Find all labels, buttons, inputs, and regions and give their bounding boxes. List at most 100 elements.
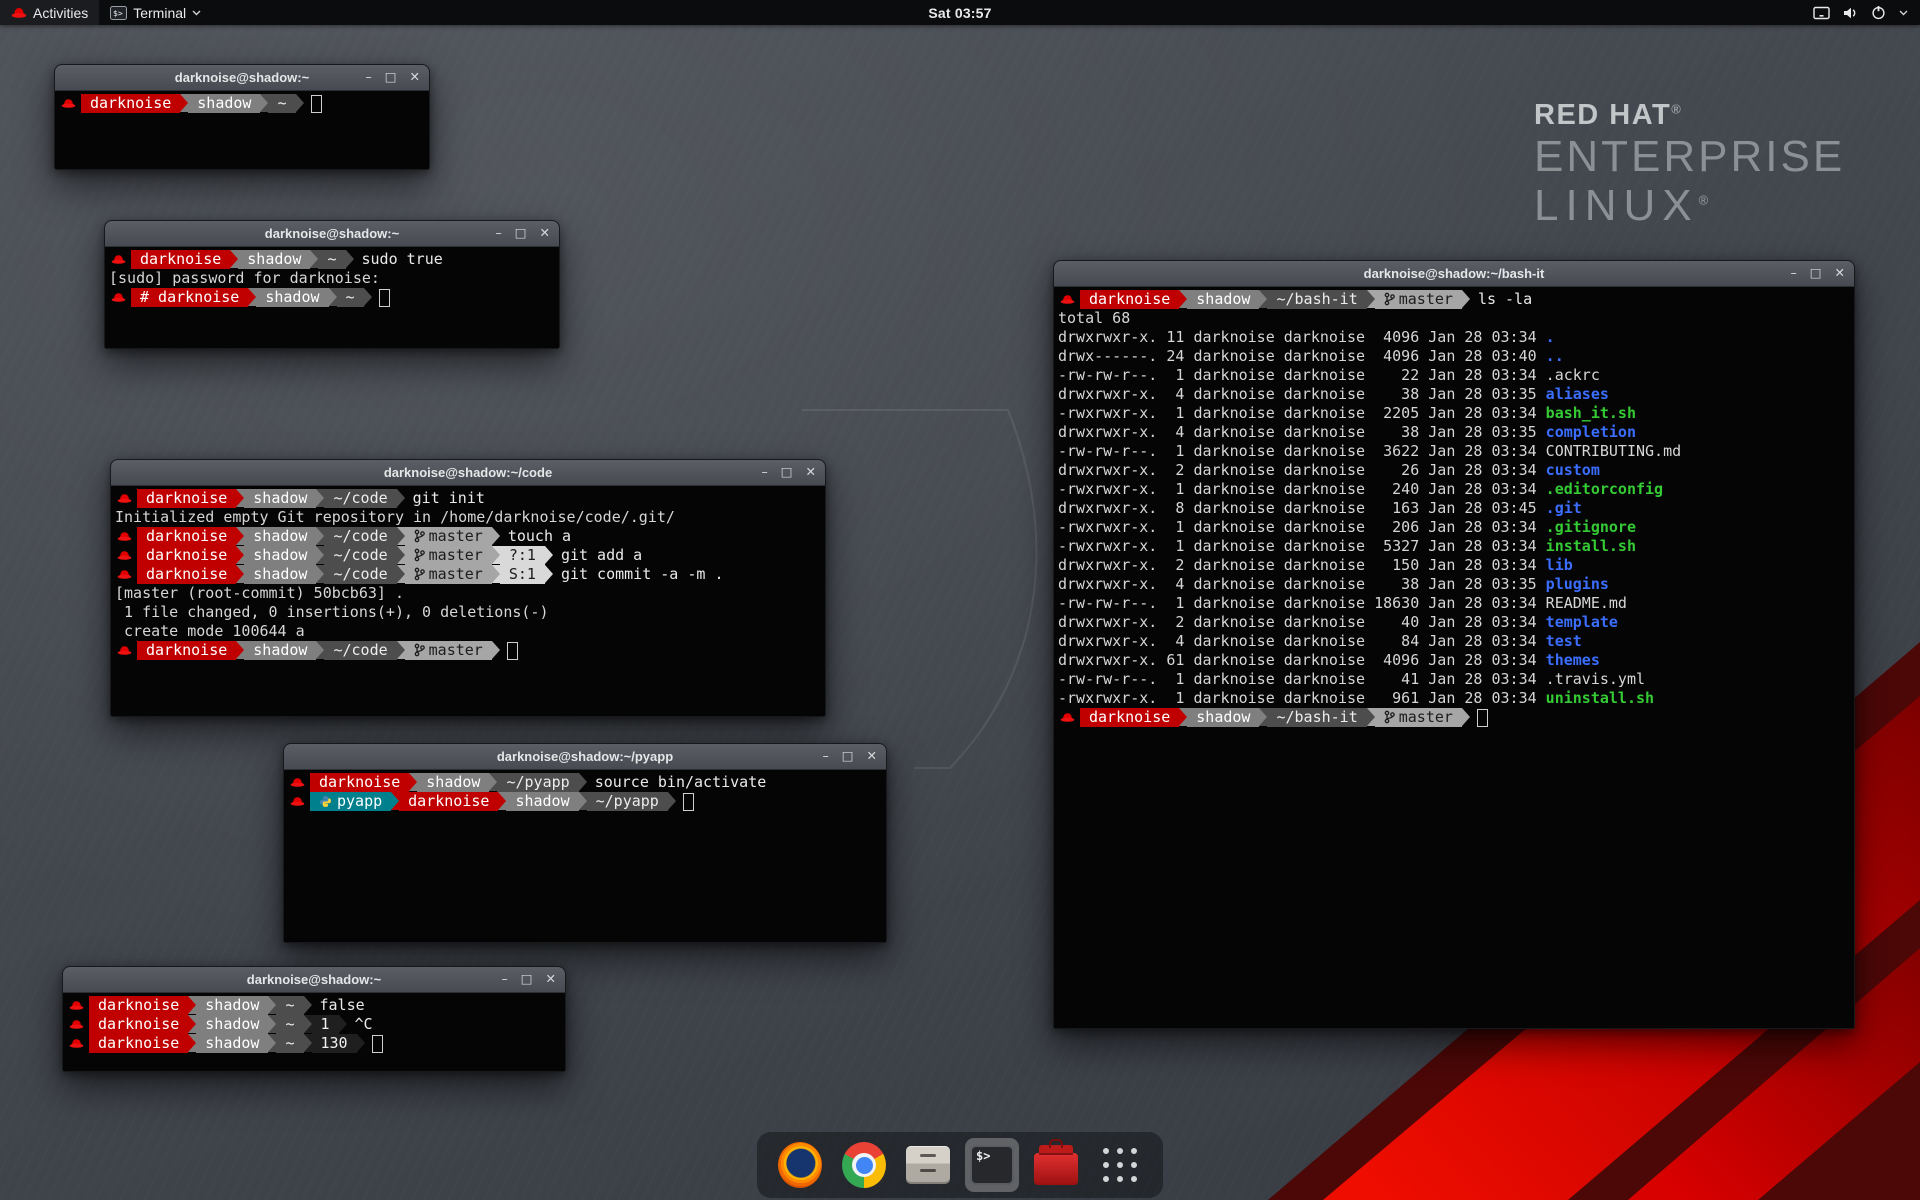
dock-toolbox[interactable] — [1029, 1138, 1083, 1192]
file-name: .ackrc — [1546, 366, 1600, 384]
window-titlebar[interactable]: darknoise@shadow:~/bash-it – □ ✕ — [1054, 261, 1854, 287]
prompt-segment-host: shadow — [244, 565, 316, 584]
maximize-button[interactable]: □ — [1810, 267, 1822, 280]
minimize-button[interactable]: – — [1790, 267, 1796, 280]
dock-chrome[interactable] — [837, 1138, 891, 1192]
redhat-prompt-icon — [1058, 708, 1080, 727]
prompt-segment-branch: master — [405, 565, 492, 584]
dock-show-applications[interactable] — [1093, 1138, 1147, 1192]
terminal-window-code[interactable]: darknoise@shadow:~/code – □ ✕ darknoises… — [110, 459, 826, 717]
ls-columns: -rw-rw-r--. 1 darknoise darknoise 18630 … — [1058, 594, 1546, 612]
redhat-prompt-icon — [288, 792, 310, 811]
powerline-separator — [236, 641, 244, 659]
minimize-button[interactable]: – — [822, 750, 828, 763]
chevron-down-icon — [192, 10, 201, 16]
terminal-line: -rwxrwxr-x. 1 darknoise darknoise 5327 J… — [1058, 537, 1850, 556]
prompt-segment-user: darknoise — [89, 1034, 188, 1053]
maximize-button[interactable]: □ — [385, 71, 397, 84]
terminal-content[interactable]: darknoiseshadow~falsedarknoiseshadow~1^C… — [63, 993, 565, 1071]
terminal-content[interactable]: darknoiseshadow~ — [55, 91, 429, 169]
prompt-segment-host: shadow — [196, 1015, 268, 1034]
command-text: ^C — [355, 1015, 373, 1033]
window-title: darknoise@shadow:~/code — [111, 465, 825, 480]
terminal-content[interactable]: darknoiseshadow~/bash-itmasterls -latota… — [1054, 287, 1854, 1028]
terminal-window-pyapp[interactable]: darknoise@shadow:~/pyapp – □ ✕ darknoise… — [283, 743, 887, 943]
brand-linux: LINUX® — [1534, 183, 1845, 229]
terminal-line: darknoiseshadow~false — [67, 996, 561, 1015]
terminal-content[interactable]: darknoiseshadow~/pyappsource bin/activat… — [284, 770, 886, 942]
terminal-window-bash-it[interactable]: darknoise@shadow:~/bash-it – □ ✕ darknoi… — [1053, 260, 1855, 1029]
prompt-segment-host: shadow — [506, 792, 578, 811]
redhat-logo-icon — [11, 6, 27, 19]
terminal-line: -rwxrwxr-x. 1 darknoise darknoise 240 Ja… — [1058, 480, 1850, 499]
close-button[interactable]: ✕ — [546, 973, 556, 986]
powerline-separator — [180, 94, 188, 112]
close-button[interactable]: ✕ — [540, 227, 550, 240]
dock-files[interactable] — [901, 1138, 955, 1192]
system-status-area[interactable] — [1813, 0, 1920, 25]
minimize-button[interactable]: – — [761, 466, 767, 479]
window-titlebar[interactable]: darknoise@shadow:~ – □ ✕ — [105, 221, 559, 247]
prompt-segment-branch: master — [1375, 708, 1462, 727]
terminal-window-home[interactable]: darknoise@shadow:~ – □ ✕ darknoiseshadow… — [54, 64, 430, 170]
window-titlebar[interactable]: darknoise@shadow:~/code – □ ✕ — [111, 460, 825, 486]
powerline-separator — [316, 489, 324, 507]
powerline-separator — [346, 250, 354, 268]
powerline-separator — [545, 546, 553, 564]
prompt-segment-host: shadow — [196, 1034, 268, 1053]
activities-button[interactable]: Activities — [0, 0, 99, 25]
ls-columns: drwxrwxr-x. 4 darknoise darknoise 84 Jan… — [1058, 632, 1546, 650]
command-text: git commit -a -m . — [561, 565, 724, 583]
app-menu-terminal[interactable]: $> Terminal — [99, 0, 212, 25]
terminal-output-line: 1 file changed, 0 insertions(+), 0 delet… — [115, 603, 821, 622]
terminal-content[interactable]: darknoiseshadow~sudo true[sudo] password… — [105, 247, 559, 348]
file-name: uninstall.sh — [1546, 689, 1654, 707]
window-titlebar[interactable]: darknoise@shadow:~ – □ ✕ — [63, 967, 565, 993]
clock[interactable]: Sat 03:57 — [928, 5, 991, 21]
terminal-cursor — [507, 642, 518, 660]
terminal-line: darknoiseshadow~/bash-itmasterls -la — [1058, 290, 1850, 309]
powerline-separator — [248, 288, 256, 306]
maximize-button[interactable]: □ — [842, 750, 854, 763]
powerline-separator — [339, 1015, 347, 1033]
terminal-window-exit-codes[interactable]: darknoise@shadow:~ – □ ✕ darknoiseshadow… — [62, 966, 566, 1072]
terminal-content[interactable]: darknoiseshadow~/codegit initInitialized… — [111, 486, 825, 716]
minimize-button[interactable]: – — [365, 71, 371, 84]
close-button[interactable]: ✕ — [410, 71, 420, 84]
minimize-button[interactable]: – — [501, 973, 507, 986]
window-titlebar[interactable]: darknoise@shadow:~/pyapp – □ ✕ — [284, 744, 886, 770]
powerline-separator — [304, 1015, 312, 1033]
terminal-window-sudo[interactable]: darknoise@shadow:~ – □ ✕ darknoiseshadow… — [104, 220, 560, 349]
maximize-button[interactable]: □ — [515, 227, 527, 240]
powerline-separator — [489, 773, 497, 791]
terminal-line: drwxrwxr-x. 8 darknoise darknoise 163 Ja… — [1058, 499, 1850, 518]
minimize-button[interactable]: – — [495, 227, 501, 240]
window-titlebar[interactable]: darknoise@shadow:~ – □ ✕ — [55, 65, 429, 91]
terminal-line: -rwxrwxr-x. 1 darknoise darknoise 961 Ja… — [1058, 689, 1850, 708]
redhat-prompt-icon — [67, 996, 89, 1015]
ls-columns: -rwxrwxr-x. 1 darknoise darknoise 961 Ja… — [1058, 689, 1546, 707]
close-button[interactable]: ✕ — [1835, 267, 1845, 280]
chrome-icon — [842, 1142, 886, 1188]
powerline-separator — [492, 546, 500, 564]
powerline-separator — [268, 1015, 276, 1033]
terminal-line: pyappdarknoiseshadow~/pyapp — [288, 792, 882, 811]
close-button[interactable]: ✕ — [867, 750, 877, 763]
maximize-button[interactable]: □ — [781, 466, 793, 479]
toolbox-icon — [1034, 1153, 1078, 1185]
file-name: .travis.yml — [1546, 670, 1645, 688]
dock-firefox[interactable] — [773, 1138, 827, 1192]
desktop: RED HAT® ENTERPRISE LINUX® Activities $>… — [0, 0, 1920, 1200]
terminal-line: darknoiseshadow~/bash-itmaster — [1058, 708, 1850, 727]
prompt-segment-path: ~/code — [324, 565, 396, 584]
powerline-separator — [1462, 290, 1470, 308]
close-button[interactable]: ✕ — [806, 466, 816, 479]
powerline-separator — [397, 489, 405, 507]
maximize-button[interactable]: □ — [521, 973, 533, 986]
terminal-output-line: Initialized empty Git repository in /hom… — [115, 508, 821, 527]
powerline-separator — [1259, 290, 1267, 308]
powerline-separator — [357, 1034, 365, 1052]
dock-terminal[interactable] — [965, 1138, 1019, 1192]
prompt-segment-user: darknoise — [89, 996, 188, 1015]
file-name: CONTRIBUTING.md — [1546, 442, 1681, 460]
